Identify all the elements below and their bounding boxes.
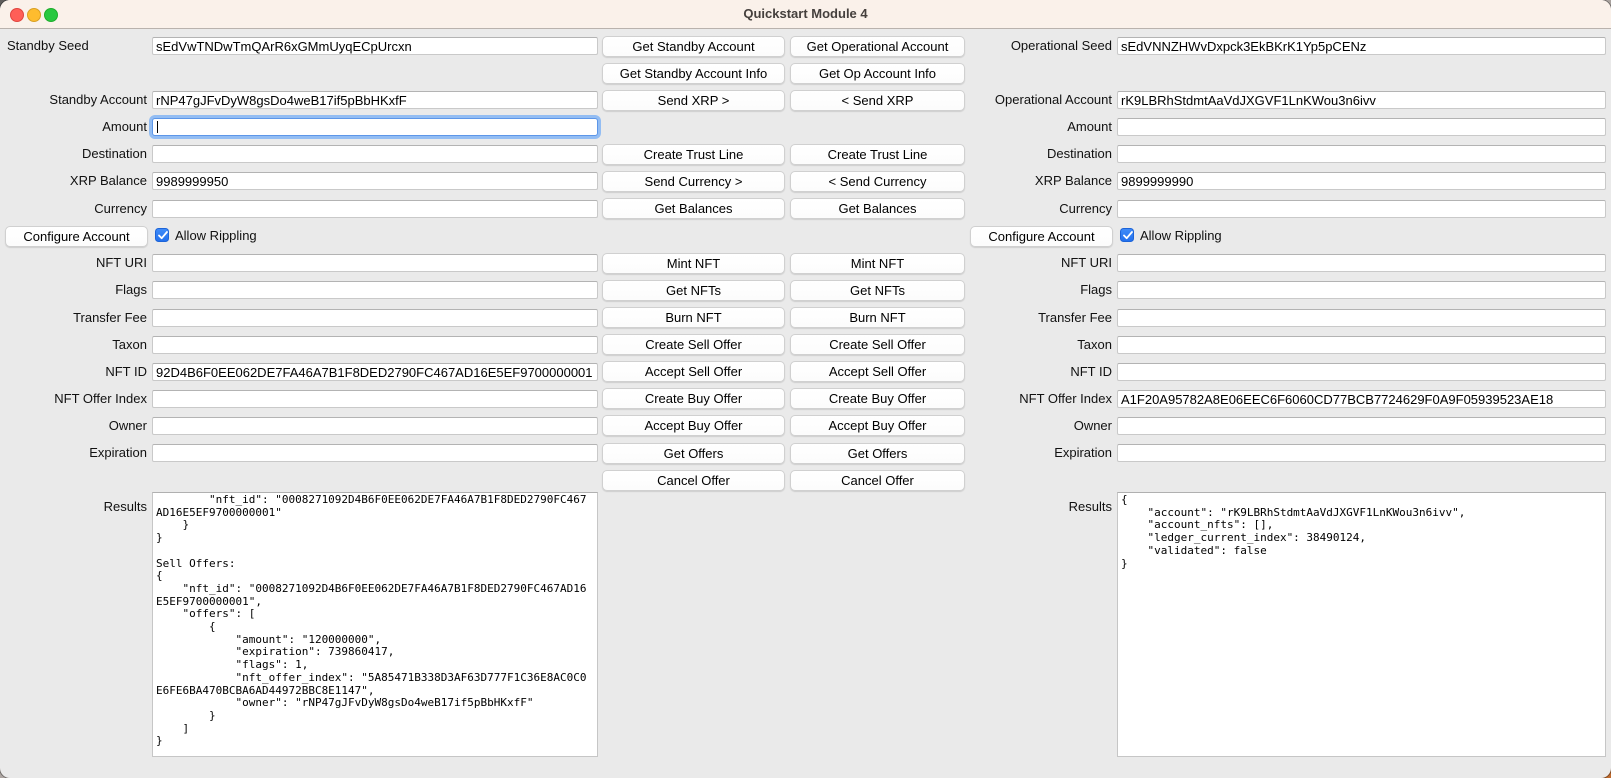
standby-flags-label: Flags — [0, 281, 147, 298]
standby-accept-buy-offer-button[interactable]: Accept Buy Offer — [602, 415, 785, 436]
operational-cancel-offer-button[interactable]: Cancel Offer — [790, 470, 965, 491]
operational-transfer-fee-label: Transfer Fee — [860, 309, 1112, 326]
operational-allow-rippling-checkbox[interactable] — [1120, 228, 1134, 242]
get-standby-account-button[interactable]: Get Standby Account — [602, 36, 785, 57]
standby-taxon-label: Taxon — [0, 336, 147, 353]
send-currency-right-button[interactable]: Send Currency > — [602, 171, 785, 192]
operational-currency-label: Currency — [860, 200, 1112, 217]
standby-get-balances-button[interactable]: Get Balances — [602, 198, 785, 219]
operational-owner-label: Owner — [860, 417, 1112, 434]
standby-flags-input[interactable] — [152, 281, 598, 299]
standby-destination-label: Destination — [0, 145, 147, 162]
operational-taxon-label: Taxon — [860, 336, 1112, 353]
standby-destination-input[interactable] — [152, 145, 598, 163]
standby-expiration-label: Expiration — [0, 444, 147, 461]
operational-allow-rippling-label: Allow Rippling — [1140, 227, 1222, 244]
operational-xrp-balance-input[interactable] — [1117, 172, 1606, 190]
standby-create-buy-offer-button[interactable]: Create Buy Offer — [602, 388, 785, 409]
operational-flags-input[interactable] — [1117, 281, 1606, 299]
operational-currency-input[interactable] — [1117, 200, 1606, 218]
operational-nft-uri-input[interactable] — [1117, 254, 1606, 272]
standby-get-nfts-button[interactable]: Get NFTs — [602, 280, 785, 301]
close-button[interactable] — [10, 8, 24, 22]
operational-account-label: Operational Account — [860, 91, 1112, 108]
window-title: Quickstart Module 4 — [0, 0, 1611, 28]
standby-nft-offer-index-label: NFT Offer Index — [0, 390, 147, 407]
standby-currency-label: Currency — [0, 200, 147, 217]
operational-transfer-fee-input[interactable] — [1117, 309, 1606, 327]
operational-taxon-input[interactable] — [1117, 336, 1606, 354]
standby-amount-label: Amount — [0, 118, 147, 135]
standby-transfer-fee-label: Transfer Fee — [0, 309, 147, 326]
operational-seed-input[interactable] — [1117, 37, 1606, 55]
standby-owner-input[interactable] — [152, 417, 598, 435]
app-window: Quickstart Module 4 Standby Seed Standby… — [0, 0, 1611, 778]
operational-results-label: Results — [860, 498, 1112, 515]
standby-xrp-balance-input[interactable] — [152, 172, 598, 190]
operational-expiration-input[interactable] — [1117, 444, 1606, 462]
operational-owner-input[interactable] — [1117, 417, 1606, 435]
standby-nft-offer-index-input[interactable] — [152, 390, 598, 408]
operational-configure-account-button[interactable]: Configure Account — [970, 226, 1113, 247]
standby-nft-uri-input[interactable] — [152, 254, 598, 272]
standby-transfer-fee-input[interactable] — [152, 309, 598, 327]
standby-create-trust-line-button[interactable]: Create Trust Line — [602, 144, 785, 165]
standby-allow-rippling-checkbox[interactable] — [155, 228, 169, 242]
standby-get-offers-button[interactable]: Get Offers — [602, 443, 785, 464]
standby-account-label: Standby Account — [0, 91, 147, 108]
standby-nft-uri-label: NFT URI — [0, 254, 147, 271]
operational-amount-input[interactable] — [1117, 118, 1606, 136]
standby-currency-input[interactable] — [152, 200, 598, 218]
title-bar: Quickstart Module 4 — [0, 0, 1611, 29]
operational-nft-uri-label: NFT URI — [860, 254, 1112, 271]
standby-results-area[interactable]: "nft_id": "0008271092D4B6F0EE062DE7FA46A… — [152, 492, 598, 757]
zoom-button[interactable] — [44, 8, 58, 22]
operational-xrp-balance-label: XRP Balance — [860, 172, 1112, 189]
standby-xrp-balance-label: XRP Balance — [0, 172, 147, 189]
operational-account-input[interactable] — [1117, 91, 1606, 109]
standby-accept-sell-offer-button[interactable]: Accept Sell Offer — [602, 361, 785, 382]
standby-expiration-input[interactable] — [152, 444, 598, 462]
operational-nft-id-input[interactable] — [1117, 363, 1606, 381]
operational-nft-offer-index-label: NFT Offer Index — [860, 390, 1112, 407]
checkmark-icon — [1123, 231, 1133, 240]
operational-results-area[interactable]: { "account": "rK9LBRhStdmtAaVdJXGVF1LnKW… — [1117, 492, 1606, 757]
operational-destination-input[interactable] — [1117, 145, 1606, 163]
minimize-button[interactable] — [27, 8, 41, 22]
standby-create-sell-offer-button[interactable]: Create Sell Offer — [602, 334, 785, 355]
checkmark-icon — [158, 231, 168, 240]
standby-configure-account-button[interactable]: Configure Account — [5, 226, 148, 247]
standby-results-label: Results — [0, 498, 147, 515]
operational-seed-label: Operational Seed — [860, 37, 1112, 54]
standby-account-input[interactable] — [152, 91, 598, 109]
send-xrp-right-button[interactable]: Send XRP > — [602, 90, 785, 111]
operational-destination-label: Destination — [860, 145, 1112, 162]
standby-mint-nft-button[interactable]: Mint NFT — [602, 253, 785, 274]
text-caret — [157, 121, 158, 133]
standby-owner-label: Owner — [0, 417, 147, 434]
get-standby-account-info-button[interactable]: Get Standby Account Info — [602, 63, 785, 84]
standby-burn-nft-button[interactable]: Burn NFT — [602, 307, 785, 328]
standby-nft-id-label: NFT ID — [0, 363, 147, 380]
standby-allow-rippling-label: Allow Rippling — [175, 227, 257, 244]
operational-results-text: { "account": "rK9LBRhStdmtAaVdJXGVF1LnKW… — [1121, 494, 1605, 570]
get-op-account-info-button[interactable]: Get Op Account Info — [790, 63, 965, 84]
standby-taxon-input[interactable] — [152, 336, 598, 354]
standby-cancel-offer-button[interactable]: Cancel Offer — [602, 470, 785, 491]
standby-amount-input[interactable] — [152, 118, 598, 136]
operational-flags-label: Flags — [860, 281, 1112, 298]
standby-seed-label: Standby Seed — [7, 37, 147, 54]
standby-results-text: "nft_id": "0008271092D4B6F0EE062DE7FA46A… — [156, 494, 597, 748]
standby-seed-input[interactable] — [152, 37, 598, 55]
operational-expiration-label: Expiration — [860, 444, 1112, 461]
operational-amount-label: Amount — [860, 118, 1112, 135]
standby-nft-id-input[interactable] — [152, 363, 598, 381]
operational-nft-offer-index-input[interactable] — [1117, 390, 1606, 408]
operational-nft-id-label: NFT ID — [860, 363, 1112, 380]
